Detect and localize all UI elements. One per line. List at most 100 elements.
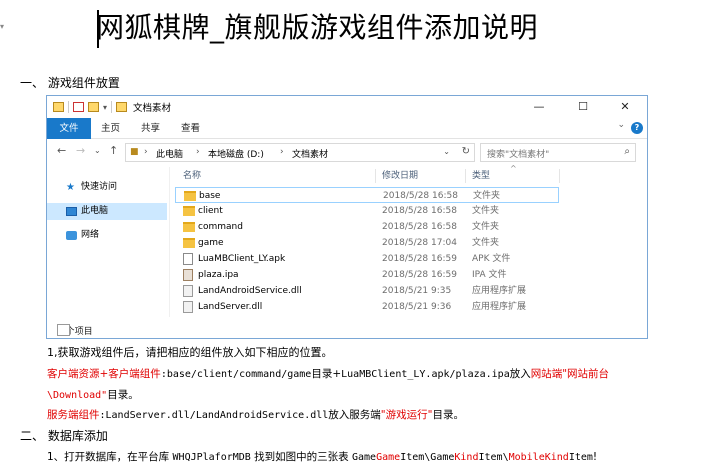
server-instruction: 服务端组件:LandServer.dll/LandAndroidService.…	[47, 407, 464, 424]
column-header-name[interactable]: 名称	[183, 167, 201, 185]
file-list: ^ 名称 修改日期 类型 base 2018/5/28 16:58 文件夹 clien…	[175, 164, 645, 317]
large-icons-view-icon[interactable]	[57, 324, 70, 336]
computer-icon	[66, 207, 77, 216]
chevron-right-icon: ›	[196, 147, 200, 157]
star-icon: ★	[66, 182, 75, 193]
recent-locations-icon[interactable]: ⌄	[94, 146, 101, 155]
column-header-date[interactable]: 修改日期	[382, 167, 418, 185]
minimize-icon[interactable]: —	[519, 97, 559, 117]
sidebar-item-network[interactable]: 网络	[47, 227, 167, 244]
client-target: 网站端"网站前台	[530, 368, 610, 380]
file-row[interactable]: LuaMBClient_LY.apk 2018/5/28 16:59 APK 文件	[175, 251, 559, 267]
breadcrumb-local-disk[interactable]: 本地磁盘 (D:)	[208, 147, 264, 160]
file-date: 2018/5/28 16:59	[382, 254, 457, 264]
file-row[interactable]: command 2018/5/28 16:58 文件夹	[175, 219, 559, 235]
up-arrow-icon[interactable]: ↑	[109, 144, 118, 157]
server-label: 服务端组件	[47, 409, 100, 421]
breadcrumb-this-pc[interactable]: 此电脑	[156, 147, 183, 160]
address-bar[interactable]: ■ › 此电脑 › 本地磁盘 (D:) › 文档素材 ⌄ ↻	[125, 143, 475, 162]
sidebar-item-label: 快速访问	[81, 182, 118, 192]
folder-icon: ■	[130, 147, 139, 157]
client-end: 目录。	[107, 389, 139, 401]
search-icon[interactable]: ⌕	[624, 146, 630, 157]
breadcrumb-current-folder[interactable]: 文档素材	[292, 147, 328, 160]
title-bar: ▾ 文档素材 — ☐ ✕	[47, 96, 647, 118]
client-target-path: \Download"	[47, 390, 108, 401]
sidebar-item-quick-access[interactable]: ★ 快速访问	[47, 179, 167, 196]
chevron-right-icon: ›	[144, 147, 148, 157]
chevron-down-icon[interactable]: ⌄	[617, 120, 625, 130]
db-step-a: 1、打开数据库，在平台库	[47, 451, 173, 463]
column-separator[interactable]	[559, 169, 560, 183]
file-type: 文件夹	[472, 238, 500, 248]
network-icon	[66, 231, 77, 240]
pane-divider[interactable]	[169, 167, 170, 317]
margin-marker: ▾	[0, 22, 5, 31]
help-icon[interactable]: ?	[631, 122, 643, 134]
server-files: :LandServer.dll/LandAndroidService.dll	[99, 410, 329, 421]
address-bar-row: ← → ⌄ ↑ ■ › 此电脑 › 本地磁盘 (D:) › 文档素材 ⌄ ↻ 搜…	[47, 140, 647, 166]
table-kind: Game	[430, 452, 455, 463]
properties-icon[interactable]	[73, 102, 84, 112]
file-name: client	[198, 206, 223, 216]
client-instruction-cont: \Download"目录。	[47, 387, 139, 404]
status-bar: 8 个项目	[47, 320, 647, 338]
new-folder-icon[interactable]	[88, 102, 99, 112]
sort-caret-icon: ^	[510, 164, 517, 173]
table-game-highlight: Game	[376, 452, 401, 463]
ipa-file-icon	[183, 269, 193, 281]
column-header-type[interactable]: 类型	[472, 167, 490, 185]
table-kind-item: Item\	[478, 452, 509, 463]
db-name: WHQJPlaforMDB	[172, 452, 251, 463]
back-arrow-icon[interactable]: ←	[57, 144, 66, 157]
tab-file[interactable]: 文件	[47, 118, 91, 139]
chevron-right-icon: ›	[280, 147, 284, 157]
file-row[interactable]: LandServer.dll 2018/5/21 9:36 应用程序扩展	[175, 299, 559, 315]
forward-arrow-icon[interactable]: →	[76, 144, 85, 157]
folder-icon	[183, 238, 195, 248]
file-row[interactable]: base 2018/5/28 16:58 文件夹	[175, 187, 559, 203]
column-separator[interactable]	[465, 169, 466, 183]
tab-view[interactable]: 查看	[181, 118, 200, 139]
file-date: 2018/5/28 16:58	[382, 206, 457, 216]
dll-file-icon	[183, 301, 193, 313]
file-name: command	[198, 222, 243, 232]
chevron-down-icon[interactable]: ⌄	[443, 147, 450, 156]
file-date: 2018/5/28 16:58	[383, 191, 458, 201]
file-explorer-window: ▾ 文档素材 — ☐ ✕ 文件 主页 共享 查看 ⌄ ? ← → ⌄ ↑ ■ ›…	[46, 95, 648, 339]
column-separator[interactable]	[375, 169, 376, 183]
file-row[interactable]: client 2018/5/28 16:58 文件夹	[175, 203, 559, 219]
folder-icon[interactable]	[53, 102, 64, 112]
file-type: 文件夹	[472, 222, 500, 232]
section-heading-2: 二、 数据库添加	[20, 429, 108, 443]
tab-home[interactable]: 主页	[101, 118, 120, 139]
file-date: 2018/5/21 9:36	[382, 302, 452, 312]
file-row[interactable]: LandAndroidService.dll 2018/5/21 9:35 应用程序…	[175, 283, 559, 299]
sidebar-item-label: 网络	[81, 230, 100, 240]
sidebar-item-label: 此电脑	[81, 206, 109, 216]
tab-share[interactable]: 共享	[141, 118, 160, 139]
table-kind-highlight: Kind	[454, 452, 479, 463]
folder-icon	[184, 191, 196, 201]
close-icon[interactable]: ✕	[605, 97, 645, 117]
folder-icon	[183, 222, 195, 232]
file-date: 2018/5/28 16:58	[382, 222, 457, 232]
table-game-item: Item\	[400, 452, 431, 463]
file-name: LandServer.dll	[198, 302, 263, 312]
table-mobile-item: Item	[568, 452, 593, 463]
file-row[interactable]: game 2018/5/28 17:04 文件夹	[175, 235, 559, 251]
sidebar-item-this-pc[interactable]: 此电脑	[47, 203, 167, 220]
file-type: IPA 文件	[472, 270, 507, 280]
file-type: 应用程序扩展	[472, 286, 527, 296]
file-row[interactable]: plaza.ipa 2018/5/28 16:59 IPA 文件	[175, 267, 559, 283]
apk-file-icon	[183, 253, 193, 265]
server-put: 放入服务端	[328, 409, 381, 421]
document-title[interactable]: 网狐棋牌_旗舰版游戏组件添加说明	[96, 8, 616, 48]
file-type: 应用程序扩展	[472, 302, 527, 312]
folder-icon	[183, 206, 195, 216]
search-box[interactable]: 搜索"文档素材" ⌕	[480, 143, 636, 162]
file-name: LuaMBClient_LY.apk	[198, 254, 286, 264]
refresh-icon[interactable]: ↻	[462, 146, 470, 157]
maximize-icon[interactable]: ☐	[563, 97, 603, 117]
customize-toolbar-icon[interactable]: ▾	[103, 103, 107, 112]
